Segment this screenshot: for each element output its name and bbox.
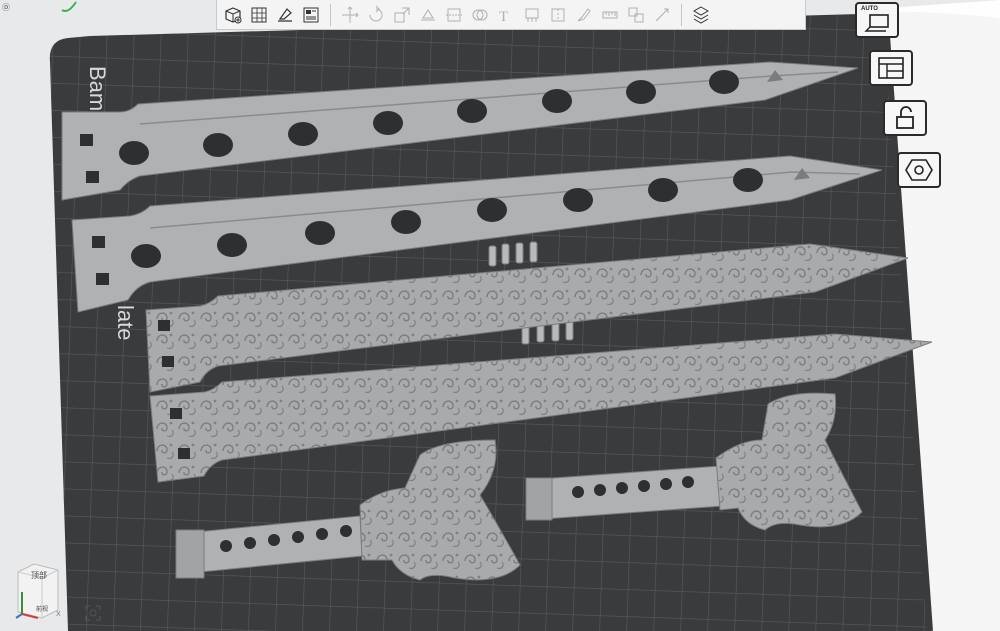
plate-settings-button[interactable]: [897, 152, 941, 188]
cut-icon: [446, 8, 462, 21]
lay-on-face-icon: [421, 8, 435, 20]
add-cube-icon: [225, 6, 242, 23]
text-button[interactable]: T: [494, 3, 518, 27]
plate-label-bottom: late: [113, 305, 138, 340]
toolbar-separator: [681, 3, 682, 26]
plate-settings-icon: [905, 159, 933, 181]
view-cube-front-label: 前视: [36, 607, 49, 613]
svg-text:T: T: [499, 9, 508, 25]
split-icon: [655, 8, 669, 21]
orient-icon: [278, 7, 292, 22]
color-paint-button[interactable]: [572, 3, 596, 27]
grid-arrange-icon: [251, 7, 267, 22]
rotate-icon: [369, 5, 383, 21]
color-paint-icon: [577, 7, 591, 21]
axis-x-label: X: [56, 611, 61, 618]
mesh-boolean-icon: [472, 9, 488, 20]
move-button[interactable]: [338, 3, 362, 27]
support-paint-icon: [525, 8, 539, 22]
variable-layer-icon: [692, 5, 710, 24]
layout-icon: [303, 7, 319, 22]
lock-plate-button[interactable]: [883, 100, 927, 136]
seam-paint-button[interactable]: [546, 3, 570, 27]
rotate-button[interactable]: [364, 3, 388, 27]
support-paint-button[interactable]: [520, 3, 544, 27]
grid-arrange-button[interactable]: [247, 3, 271, 27]
scale-icon: [394, 7, 410, 22]
variable-layer-button[interactable]: [689, 3, 713, 27]
cut-button[interactable]: [442, 3, 466, 27]
auto-orient-button[interactable]: AUTO: [855, 2, 899, 38]
measure-icon: [602, 11, 618, 18]
view-cube[interactable]: 顶部 前视: [14, 562, 62, 620]
build-plate-scene[interactable]: Bam late: [0, 0, 1000, 631]
move-icon: [342, 6, 359, 23]
zoom-to-fit-button[interactable]: [84, 604, 102, 622]
right-toolbar: AUTO: [853, 0, 941, 200]
window-corner-indicator: Ⓓ: [2, 3, 10, 12]
assembly-icon: [628, 7, 644, 22]
add-cube-button[interactable]: [221, 3, 245, 27]
lock-plate-icon: [896, 106, 914, 129]
text-icon: T: [499, 9, 508, 25]
plate-label-top: Bam: [85, 66, 110, 111]
measure-button[interactable]: [598, 3, 622, 27]
lay-on-face-button[interactable]: [416, 3, 440, 27]
zoom-fit-icon: [85, 605, 101, 621]
view-cube-top-label: 顶部: [31, 571, 47, 580]
top-toolbar: T: [216, 0, 806, 30]
toolbar-separator: [330, 3, 331, 26]
auto-label: AUTO: [861, 6, 878, 12]
arrange-plate-icon: [878, 57, 904, 79]
edit-mark-icon: [61, 1, 77, 12]
assembly-button[interactable]: [624, 3, 648, 27]
scale-button[interactable]: [390, 3, 414, 27]
layout-button[interactable]: [299, 3, 323, 27]
split-button[interactable]: [650, 3, 674, 27]
seam-paint-icon: [551, 8, 565, 21]
arrange-plate-button[interactable]: [869, 50, 913, 86]
mesh-boolean-button[interactable]: [468, 3, 492, 27]
orient-button[interactable]: [273, 3, 297, 27]
3d-viewport[interactable]: Bam late: [0, 0, 1000, 631]
